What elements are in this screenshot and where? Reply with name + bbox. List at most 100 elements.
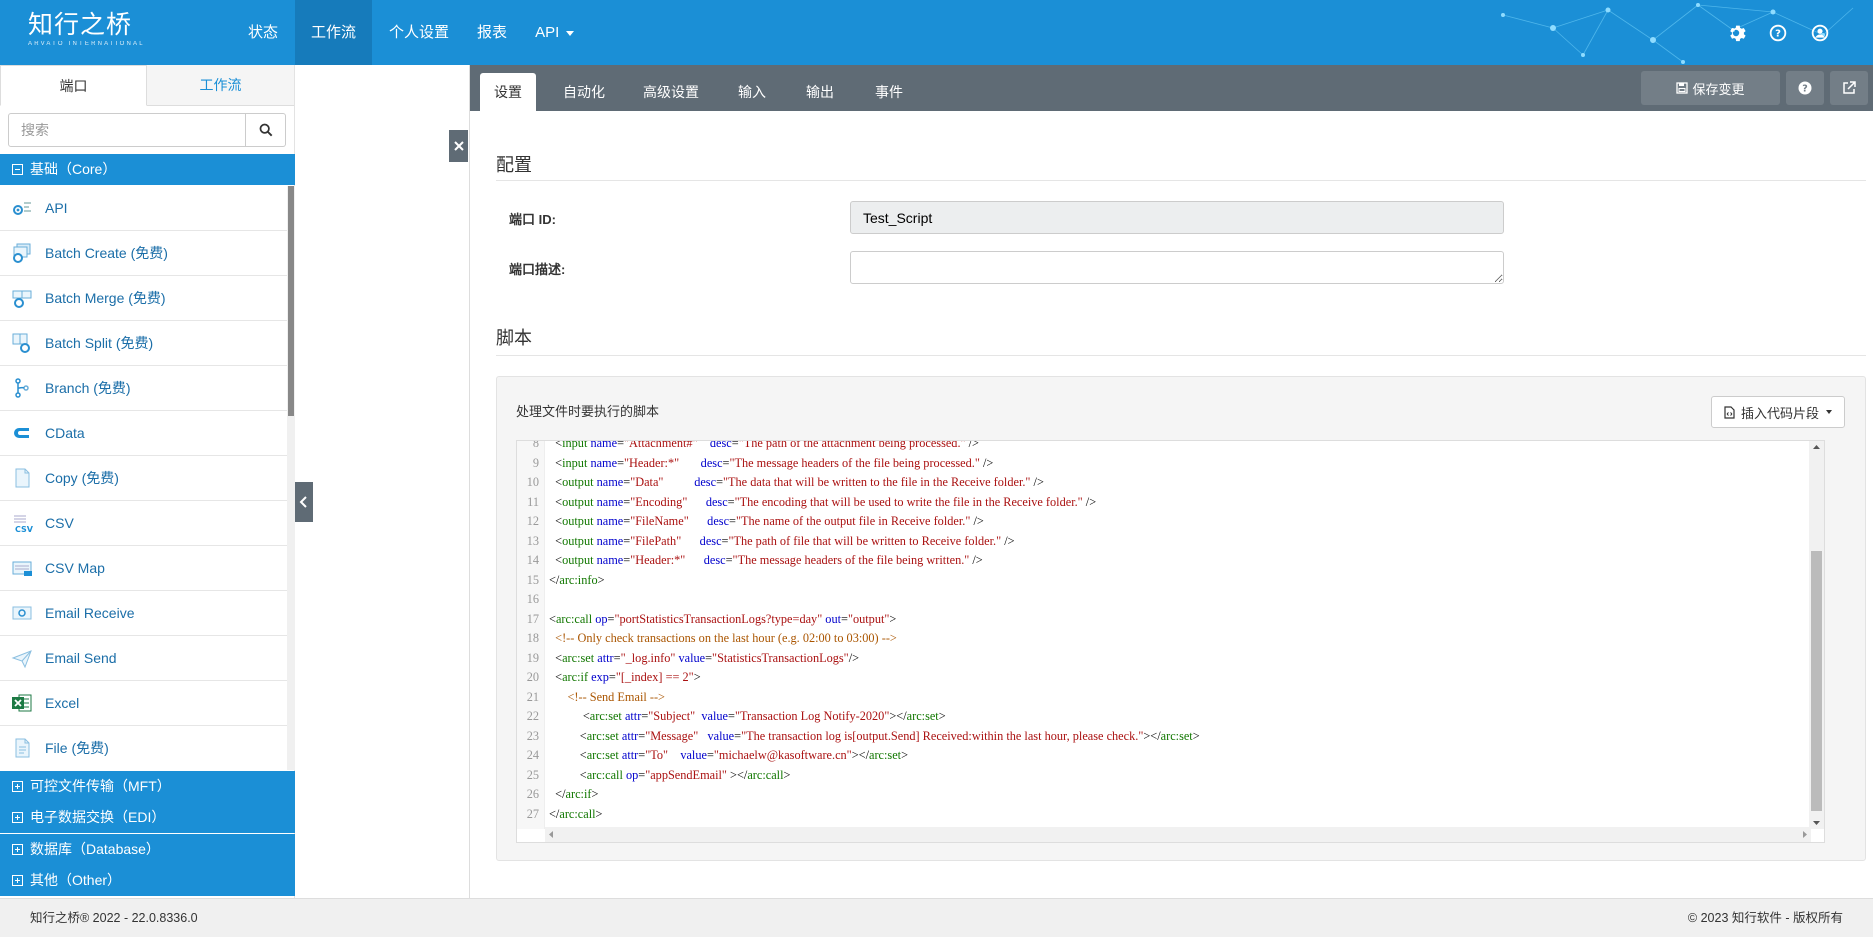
list-item-batch-split[interactable]: Batch Split (免费)	[0, 321, 287, 366]
port-id-field[interactable]	[850, 201, 1504, 234]
line-number: 10	[526, 475, 539, 489]
list-item-label: Batch Merge (免费)	[45, 290, 166, 306]
list-item-label: Email Send	[45, 650, 117, 666]
code-text: <arc:set attr="_log.info" value="Statist…	[555, 650, 860, 665]
help-icon[interactable]: ?	[1767, 22, 1789, 44]
search-button[interactable]	[246, 113, 286, 147]
group-label: 数据库（Database）	[30, 841, 160, 857]
api-icon	[10, 196, 34, 220]
group-other[interactable]: 其他（Other）	[0, 865, 295, 896]
brand-logo[interactable]: 知行之桥 ARVATO INTERNATIONAL	[28, 10, 145, 48]
scrollbar-thumb[interactable]	[1811, 551, 1822, 811]
list-item-api[interactable]: API	[0, 186, 287, 231]
line-number: 20	[526, 670, 539, 684]
code-text: <arc:call op="portStatisticsTransactionL…	[549, 611, 897, 626]
nav-workflow[interactable]: 工作流	[295, 0, 373, 65]
group-mft[interactable]: 可控文件传输（MFT）	[0, 771, 295, 802]
port-desc-label: 端口描述:	[509, 262, 566, 277]
tab-output[interactable]: 输出	[806, 73, 834, 111]
csv-map-icon	[10, 556, 34, 580]
expand-icon	[12, 780, 23, 792]
list-item-copy[interactable]: Copy (免费)	[0, 456, 287, 501]
tab-workflows[interactable]: 工作流	[147, 65, 294, 105]
tab-automation[interactable]: 自动化	[563, 73, 605, 111]
nav-status-label: 状态	[248, 24, 279, 41]
tab-events[interactable]: 事件	[875, 73, 903, 111]
list-item-file[interactable]: File (免费)	[0, 726, 287, 770]
divider	[496, 355, 1866, 356]
help-button[interactable]: ?	[1786, 71, 1824, 105]
gear-icon[interactable]	[1725, 22, 1747, 44]
insert-snippet-label: 插入代码片段	[1740, 405, 1819, 421]
line-number: 24	[526, 748, 539, 762]
chevron-down-icon	[1826, 410, 1832, 414]
line-number: 13	[526, 533, 539, 548]
save-changes-button[interactable]: 保存变更	[1641, 71, 1780, 105]
group-label: 其他（Other）	[30, 872, 122, 888]
line-number: 9	[532, 455, 539, 470]
user-icon[interactable]	[1809, 22, 1831, 44]
code-line: 19 <arc:set attr="_log.info" value="Stat…	[517, 649, 1807, 669]
code-line: 16	[517, 590, 1807, 610]
code-editor[interactable]: 8 <input name="Attachment#" desc="The pa…	[516, 440, 1825, 843]
list-item-csv[interactable]: CSV CSV	[0, 501, 287, 546]
code-line: 24 <arc:set attr="To" value="michaelw@ka…	[517, 746, 1807, 766]
code-line: 23 <arc:set attr="Message" value="The tr…	[517, 727, 1807, 747]
nav-status[interactable]: 状态	[237, 0, 289, 65]
file-icon	[10, 736, 34, 760]
collapse-sidebar-button[interactable]	[295, 482, 313, 522]
code-text: <arc:set attr="To" value="michaelw@kasof…	[579, 748, 909, 762]
expand-icon	[12, 811, 23, 823]
list-item-batch-merge[interactable]: Batch Merge (免费)	[0, 276, 287, 321]
close-panel-button[interactable]	[449, 130, 468, 162]
tab-input[interactable]: 输入	[738, 73, 766, 111]
list-item-excel[interactable]: Excel	[0, 681, 287, 726]
code-line: 10 <output name="Data" desc="The data th…	[517, 473, 1807, 493]
search-input[interactable]	[8, 113, 246, 147]
copy-icon	[10, 466, 34, 490]
tab-settings[interactable]: 设置	[480, 73, 536, 111]
expand-icon	[12, 843, 23, 855]
svg-text:?: ?	[1775, 29, 1781, 40]
csv-icon: CSV	[10, 511, 34, 535]
nav-api[interactable]: API	[524, 0, 585, 65]
code-line: 18 <!-- Only check transactions on the l…	[517, 629, 1807, 649]
code-line: 21 <!-- Send Email -->	[517, 688, 1807, 708]
code-line: 12 <output name="FileName" desc="The nam…	[517, 512, 1807, 532]
svg-text:CSV: CSV	[15, 525, 33, 534]
code-line: 14 <output name="Header:*" desc="The mes…	[517, 551, 1807, 571]
nav-personal-settings[interactable]: 个人设置	[378, 0, 460, 65]
tab-advanced[interactable]: 高级设置	[643, 73, 699, 111]
insert-snippet-button[interactable]: 插入代码片段	[1711, 396, 1845, 428]
tab-ports[interactable]: 端口	[0, 65, 147, 106]
port-desc-field[interactable]	[850, 251, 1504, 284]
editor-horizontal-scrollbar[interactable]	[545, 827, 1811, 842]
open-external-button[interactable]	[1830, 71, 1868, 105]
nav-reports[interactable]: 报表	[466, 0, 518, 65]
sidebar-scrollbar[interactable]	[287, 186, 295, 770]
list-item-cdata[interactable]: CData	[0, 411, 287, 456]
config-section-title: 配置	[496, 155, 532, 175]
group-core[interactable]: 基础（Core）	[0, 154, 295, 185]
code-line: 27 </arc:call>	[517, 805, 1807, 825]
list-item-csv-map[interactable]: CSV Map	[0, 546, 287, 591]
script-section-title: 脚本	[496, 328, 532, 348]
list-item-email-receive[interactable]: Email Receive	[0, 591, 287, 636]
floppy-disk-icon	[1676, 82, 1689, 94]
line-number: 18	[526, 631, 539, 645]
nav-workflow-label: 工作流	[311, 24, 357, 41]
list-item-batch-create[interactable]: Batch Create (免费)	[0, 231, 287, 276]
connector-list: API Batch Create (免费) Batch Merge (免费) B…	[0, 186, 287, 770]
scrollbar-thumb[interactable]	[288, 186, 294, 416]
group-database[interactable]: 数据库（Database）	[0, 834, 295, 865]
port-settings-panel: 设置 自动化 高级设置 输入 输出 事件 保存变更 ? 配置 端口 ID: 端口…	[469, 65, 1873, 898]
code-line: 26 </arc:if>	[517, 785, 1807, 805]
group-edi[interactable]: 电子数据交换（EDI）	[0, 802, 295, 833]
code-text: <!-- Only check transactions on the last…	[549, 631, 897, 645]
editor-vertical-scrollbar[interactable]	[1809, 441, 1824, 829]
expand-icon	[12, 874, 23, 886]
code-line: 25 <arc:call op="appSendEmail" ></arc:ca…	[517, 766, 1807, 786]
code-lines: 8 <input name="Attachment#" desc="The pa…	[517, 441, 1807, 825]
list-item-branch[interactable]: Branch (免费)	[0, 366, 287, 411]
list-item-email-send[interactable]: Email Send	[0, 636, 287, 681]
